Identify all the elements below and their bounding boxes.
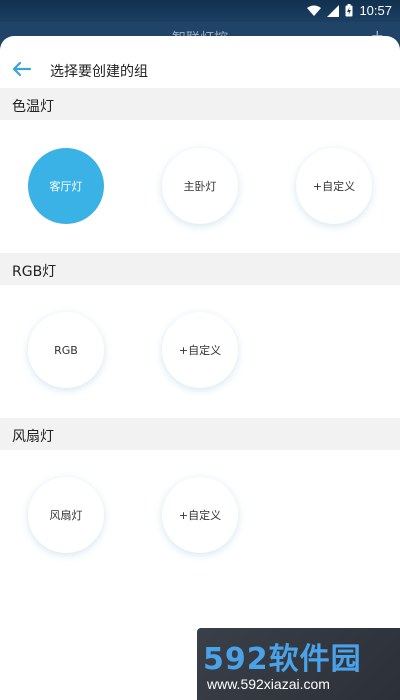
group-option-custom[interactable]: +自定义 — [296, 148, 372, 224]
wifi-icon — [307, 5, 322, 16]
group-option-custom[interactable]: +自定义 — [162, 312, 238, 388]
section-label: RGB灯 — [12, 264, 57, 280]
section-label: 色温灯 — [12, 99, 54, 115]
section-header-color-temp: 色温灯 — [0, 88, 400, 120]
group-option-fan-light[interactable]: 风扇灯 — [28, 477, 104, 553]
sheet-title: 选择要创建的组 — [50, 64, 148, 80]
signal-icon — [327, 4, 340, 17]
status-bar: 10:57 — [0, 0, 400, 22]
battery-icon — [345, 4, 353, 17]
group-option-living-room[interactable]: 客厅灯 — [28, 148, 104, 224]
section-label: 风扇灯 — [12, 429, 54, 445]
group-option-rgb[interactable]: RGB — [28, 312, 104, 388]
watermark-url: www.592xiazai.com — [207, 676, 330, 692]
status-time: 10:57 — [359, 3, 392, 18]
section-header-rgb: RGB灯 — [0, 253, 400, 285]
group-option-master-bedroom[interactable]: 主卧灯 — [162, 148, 238, 224]
watermark-brand: 592软件园 — [203, 642, 362, 677]
section-header-fan-light: 风扇灯 — [0, 418, 400, 450]
group-select-sheet: 选择要创建的组 色温灯 客厅灯 主卧灯 +自定义 RGB灯 RGB +自定义 风… — [0, 36, 400, 700]
group-option-custom[interactable]: +自定义 — [162, 477, 238, 553]
back-arrow-icon[interactable] — [10, 58, 32, 80]
watermark: 592软件园 www.592xiazai.com — [197, 628, 400, 700]
sheet-header: 选择要创建的组 — [0, 36, 400, 88]
